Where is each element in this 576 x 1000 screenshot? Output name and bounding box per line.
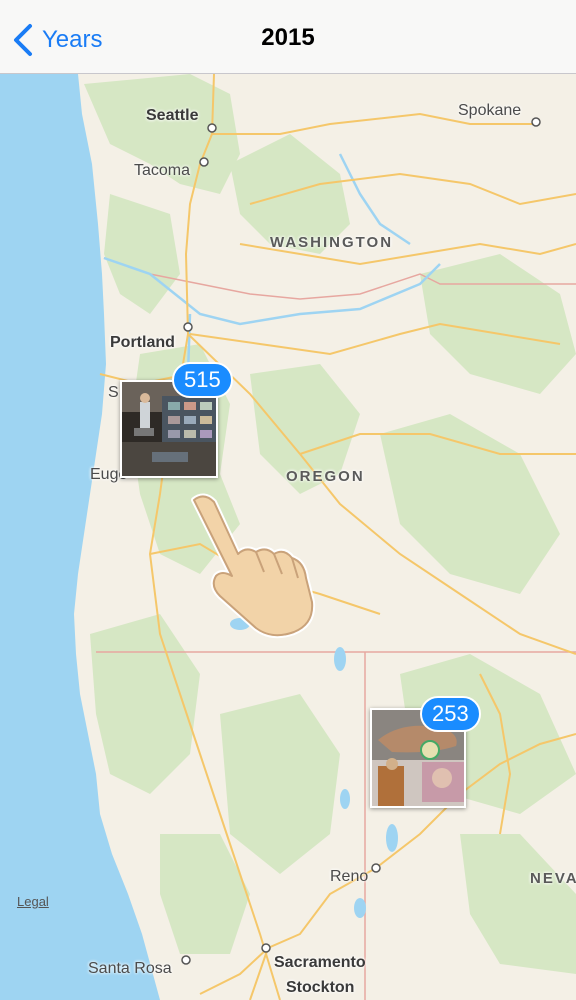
city-label-stockton: Stockton [286, 979, 355, 996]
state-label-nevada: NEVA [530, 870, 576, 887]
city-label-tacoma: Tacoma [134, 162, 191, 179]
page-title: 2015 [261, 24, 315, 51]
navigation-bar: Years 2015 [0, 0, 576, 74]
city-label-reno: Reno [330, 868, 369, 885]
city-label-spokane: Spokane [458, 102, 522, 119]
city-label-seattle: Seattle [146, 107, 199, 124]
photo-count-badge: 253 [420, 696, 481, 732]
city-label-santa-rosa: Santa Rosa [88, 960, 172, 977]
state-label-oregon: OREGON [286, 468, 365, 485]
pointing-hand-icon [191, 493, 316, 639]
photo-cluster-515[interactable]: 515 [118, 362, 233, 480]
legal-link[interactable]: Legal [17, 894, 49, 909]
city-label-portland: Portland [110, 334, 175, 351]
photo-count-badge: 515 [172, 362, 233, 398]
state-label-washington: WASHINGTON [270, 234, 394, 251]
photo-map[interactable]: Seattle Tacoma Spokane Portland S Euge R… [0, 74, 576, 1000]
city-label-sacramento: Sacramento [274, 954, 366, 971]
photo-cluster-253[interactable]: 253 [368, 696, 484, 808]
